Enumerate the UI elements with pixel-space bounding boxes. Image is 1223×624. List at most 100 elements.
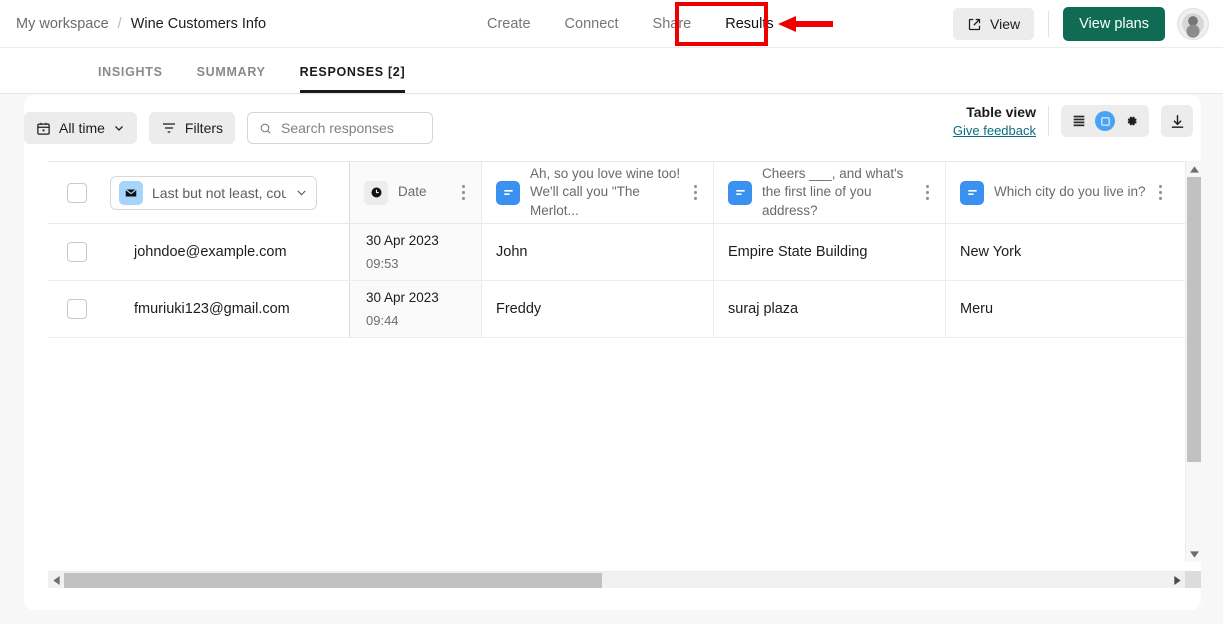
q1-column-menu-icon[interactable] (687, 185, 703, 200)
chevron-down-icon (114, 126, 123, 131)
table-row[interactable]: johndoe@example.com 30 Apr 2023 09:53 Jo… (48, 224, 1185, 281)
nav-tab-create[interactable]: Create (487, 16, 531, 32)
breadcrumb: My workspace / Wine Customers Info (16, 16, 266, 32)
row-checkbox[interactable] (67, 242, 87, 262)
envelope-icon (119, 180, 143, 205)
subtab-responses[interactable]: RESPONSES [2] (299, 65, 406, 93)
short-text-icon (728, 180, 752, 205)
caret-down-icon (1189, 550, 1199, 558)
calendar-icon (37, 122, 50, 135)
table-rows-icon (1073, 115, 1085, 127)
filters-label: Filters (184, 120, 224, 136)
nav-tab-connect[interactable]: Connect (565, 16, 619, 32)
q2-column-title: Cheers ___, and what's the first line of… (762, 166, 904, 218)
row-date-group: 30 Apr 2023 09:53 (366, 229, 439, 275)
responses-toolbar: All time Filters Table view (24, 95, 1201, 161)
top-bar: My workspace / Wine Customers Info Creat… (0, 0, 1223, 48)
main-nav-tabs: Create Connect Share Results (487, 0, 774, 48)
table-settings-button[interactable] (1119, 109, 1143, 133)
row-cell-email: fmuriuki123@gmail.com (106, 281, 350, 337)
row-date-group: 30 Apr 2023 09:44 (366, 286, 439, 332)
breadcrumb-form-name[interactable]: Wine Customers Info (131, 16, 266, 32)
view-button[interactable]: View (953, 8, 1035, 40)
row-time-value: 09:44 (366, 313, 399, 328)
clock-glyph-icon (371, 187, 381, 198)
row-time-value: 09:53 (366, 256, 399, 271)
caret-right-icon (1173, 576, 1181, 585)
row-cell-q1: John (482, 224, 714, 280)
row-q2-value: Empire State Building (728, 244, 868, 260)
short-text-glyph-icon (503, 190, 513, 195)
date-column-title: Date (398, 184, 427, 200)
select-all-checkbox[interactable] (67, 182, 87, 203)
header-cell-q3: Which city do you live in? (946, 162, 1178, 223)
q3-column-title: Which city do you live in? (994, 184, 1146, 200)
external-link-icon (968, 18, 981, 30)
row-email-value: johndoe@example.com (134, 244, 287, 260)
breadcrumb-workspace[interactable]: My workspace (16, 16, 109, 32)
annotation-arrow-icon (778, 16, 833, 32)
results-subtabs: INSIGHTS SUMMARY RESPONSES [2] (0, 48, 1223, 94)
email-column-title: Last but not least, cou (152, 184, 286, 201)
row-q3-value: New York (960, 244, 1022, 260)
give-feedback-link[interactable]: Give feedback (953, 122, 1036, 140)
row-q3-value: Meru (960, 301, 994, 317)
all-time-label: All time (59, 120, 105, 136)
search-responses-box[interactable] (247, 112, 434, 144)
short-text-glyph-icon (735, 190, 745, 195)
responses-table: Last but not least, cou Date Ah, so you … (48, 161, 1185, 562)
subtab-summary[interactable]: SUMMARY (197, 65, 266, 93)
table-header-row: Last but not least, cou Date Ah, so you … (48, 162, 1185, 224)
table-horizontal-scrollbar[interactable] (48, 571, 1185, 588)
scroll-up-arrow-icon[interactable] (1186, 161, 1202, 177)
row-q1-value: John (496, 244, 528, 260)
scrollbar-corner (1185, 571, 1201, 588)
filter-icon (162, 123, 175, 133)
nav-tab-share[interactable]: Share (653, 16, 692, 32)
header-cell-q2: Cheers ___, and what's the first line of… (714, 162, 946, 223)
envelope-glyph-icon (125, 188, 137, 196)
avatar[interactable] (1177, 8, 1209, 40)
toolbar-left-group: All time Filters (24, 112, 434, 144)
table-view-label-group: Table view Give feedback (953, 103, 1036, 139)
download-responses-button[interactable] (1161, 105, 1193, 138)
q2-column-menu-icon[interactable] (919, 185, 935, 200)
table-row[interactable]: fmuriuki123@gmail.com 30 Apr 2023 09:44 … (48, 281, 1185, 338)
row-cell-q3: New York (946, 224, 1178, 280)
scroll-left-arrow-icon[interactable] (48, 572, 64, 589)
short-text-glyph-icon (967, 190, 977, 195)
filters-button[interactable]: Filters (148, 112, 236, 144)
view-mode-segment (1061, 105, 1149, 138)
card-view-toggle-active[interactable] (1095, 111, 1115, 132)
search-icon (260, 123, 271, 134)
q3-column-menu-icon[interactable] (1152, 185, 1168, 200)
row-date-value: 30 Apr 2023 (366, 232, 439, 248)
scroll-right-arrow-icon[interactable] (1169, 572, 1185, 589)
table-view-toggle[interactable] (1067, 109, 1091, 133)
header-cell-email: Last but not least, cou (106, 162, 350, 223)
scroll-down-arrow-icon[interactable] (1186, 546, 1202, 562)
search-input[interactable] (281, 120, 422, 136)
toolbar-divider (1048, 106, 1049, 137)
email-column-select[interactable]: Last but not least, cou (110, 175, 317, 210)
horizontal-scrollbar-thumb[interactable] (64, 573, 602, 588)
row-cell-q1: Freddy (482, 281, 714, 337)
view-plans-button[interactable]: View plans (1063, 7, 1165, 41)
gear-icon (1127, 116, 1137, 126)
row-cell-q2: Empire State Building (714, 224, 946, 280)
row-cell-date: 30 Apr 2023 09:44 (350, 281, 482, 337)
date-column-menu-icon[interactable] (455, 185, 471, 200)
subtab-insights[interactable]: INSIGHTS (98, 65, 163, 93)
vertical-scrollbar-thumb[interactable] (1187, 177, 1201, 462)
download-icon (1171, 114, 1183, 128)
table-view-title: Table view (966, 104, 1036, 120)
table-vertical-scrollbar[interactable] (1185, 161, 1201, 562)
breadcrumb-separator: / (117, 15, 122, 32)
row-date-value: 30 Apr 2023 (366, 289, 439, 305)
caret-up-icon (1189, 165, 1199, 173)
row-checkbox[interactable] (67, 299, 87, 319)
toolbar-right-group: Table view Give feedback (953, 103, 1193, 139)
nav-tab-results[interactable]: Results (725, 16, 773, 32)
row-select-cell (48, 224, 106, 280)
all-time-filter-button[interactable]: All time (24, 112, 137, 144)
